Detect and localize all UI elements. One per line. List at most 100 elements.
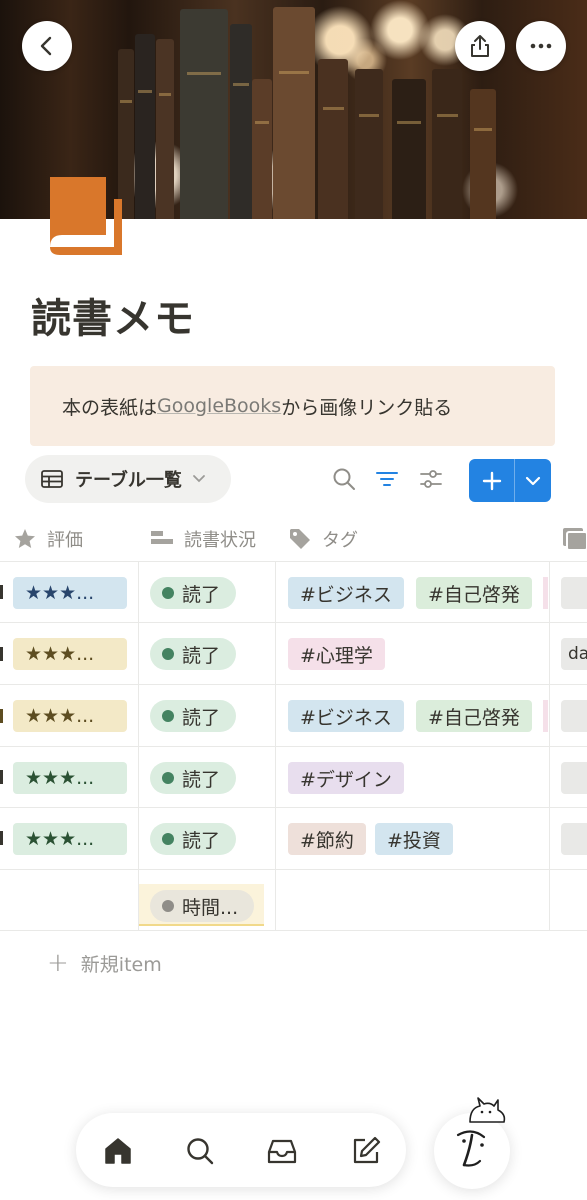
row-edge xyxy=(0,770,3,784)
new-button[interactable] xyxy=(469,459,514,502)
rating-pill[interactable]: ★★★... xyxy=(13,762,127,794)
row-edge xyxy=(0,647,3,661)
column-label: 読書状況 xyxy=(184,530,256,551)
row-divider xyxy=(0,746,587,747)
status-dot xyxy=(162,833,174,845)
rating-pill[interactable]: ★★★... xyxy=(13,823,127,855)
tag-pill[interactable]: #ビジネス xyxy=(288,700,404,732)
book-spine xyxy=(156,39,174,219)
row-edge xyxy=(0,709,3,723)
column-header-rating[interactable]: 評価 xyxy=(13,520,83,558)
book-icon[interactable] xyxy=(48,175,124,257)
search-icon[interactable] xyxy=(331,466,357,492)
share-button[interactable] xyxy=(455,21,505,71)
rating-pill[interactable]: ★★★... xyxy=(13,638,127,670)
column-header-tags[interactable]: タグ xyxy=(288,520,358,558)
status-pill[interactable]: 読了 xyxy=(150,823,237,855)
status-pill[interactable]: 読了 xyxy=(150,762,237,794)
tag-overflow xyxy=(543,577,548,609)
search-icon[interactable] xyxy=(184,1135,216,1167)
tag-pill[interactable]: #節約 xyxy=(288,823,366,855)
row-divider xyxy=(0,561,587,562)
book-spine xyxy=(230,24,252,219)
callout-block[interactable]: 本の表紙は GoogleBooks から画像リンク貼る xyxy=(30,366,555,446)
book-spine xyxy=(318,59,348,219)
cell-overflow xyxy=(561,577,587,609)
tag-pill[interactable]: #投資 xyxy=(375,823,453,855)
status-pill[interactable]: 読了 xyxy=(150,638,237,670)
callout-link[interactable]: GoogleBooks xyxy=(157,395,281,417)
book-spine xyxy=(273,7,315,219)
filter-icon[interactable] xyxy=(374,466,400,492)
row-divider xyxy=(0,930,587,931)
book-spine xyxy=(252,79,272,219)
tag-overflow xyxy=(543,700,548,732)
status-dot xyxy=(162,772,174,784)
text-icon xyxy=(563,528,587,550)
more-button[interactable] xyxy=(516,21,566,71)
status-dot xyxy=(162,900,174,912)
back-button[interactable] xyxy=(22,21,72,71)
new-button-group[interactable] xyxy=(469,459,551,502)
sort-icon[interactable] xyxy=(418,466,444,492)
status-label: 読了 xyxy=(182,706,221,729)
callout-text: から画像リンク貼る xyxy=(281,396,453,419)
row-edge xyxy=(0,585,3,599)
plus-icon: + xyxy=(47,948,69,978)
status-dot xyxy=(162,648,174,660)
cell-overflow xyxy=(561,823,587,855)
tag-pill[interactable]: #心理学 xyxy=(288,638,385,670)
tag-pill[interactable]: #デザイン xyxy=(288,762,404,794)
status-label: 読了 xyxy=(182,644,221,667)
star-icon xyxy=(15,529,35,548)
status-icon xyxy=(151,531,173,544)
book-spine xyxy=(432,69,462,219)
status-label: 読了 xyxy=(182,829,221,852)
row-divider xyxy=(0,622,587,623)
column-divider xyxy=(275,561,276,931)
status-label: 読了 xyxy=(182,583,221,606)
column-label: 評価 xyxy=(47,530,83,551)
status-pill[interactable]: 読了 xyxy=(150,700,237,732)
cat-icon xyxy=(469,1097,506,1123)
book-spine xyxy=(392,79,426,219)
view-label: テーブル一覧 xyxy=(75,470,182,491)
rating-pill[interactable]: ★★★... xyxy=(13,700,127,732)
book-spine xyxy=(135,34,155,219)
edit-icon[interactable] xyxy=(350,1135,382,1167)
status-pill[interactable]: 読了 xyxy=(150,577,237,609)
more-icon xyxy=(530,43,552,49)
chevron-down-icon xyxy=(193,475,205,483)
rating-pill[interactable]: ★★★... xyxy=(13,577,127,609)
view-selector[interactable]: テーブル一覧 xyxy=(25,455,231,503)
status-pill[interactable]: 時間... xyxy=(150,890,255,922)
row-divider xyxy=(0,869,587,870)
callout-text: 本の表紙は xyxy=(62,396,158,419)
cell-overflow xyxy=(561,700,587,732)
column-label: タグ xyxy=(322,530,358,551)
column-divider xyxy=(549,561,550,931)
status-dot xyxy=(162,587,174,599)
tag-pill[interactable]: #自己啓発 xyxy=(416,577,532,609)
home-icon[interactable] xyxy=(102,1135,134,1167)
inbox-icon[interactable] xyxy=(266,1135,298,1167)
row-edge xyxy=(0,831,3,845)
new-item-row[interactable]: + 新規item xyxy=(47,948,162,978)
new-options-button[interactable] xyxy=(515,459,551,502)
status-label: 時間... xyxy=(182,896,239,919)
plus-icon xyxy=(482,471,501,490)
column-header-status[interactable]: 読書状況 xyxy=(150,520,256,558)
row-divider xyxy=(0,684,587,685)
page-title[interactable]: 読書メモ xyxy=(31,286,195,344)
row-divider xyxy=(0,807,587,808)
tag-icon xyxy=(290,529,310,549)
chevron-down-icon xyxy=(525,476,541,485)
tag-pill[interactable]: #ビジネス xyxy=(288,577,404,609)
cell-overflow: da xyxy=(561,638,587,670)
tag-pill[interactable]: #自己啓発 xyxy=(416,700,532,732)
bottom-nav xyxy=(76,1113,406,1187)
back-icon xyxy=(40,36,52,56)
book-spine xyxy=(355,69,383,219)
table-icon xyxy=(41,470,63,488)
book-spine xyxy=(180,9,228,219)
